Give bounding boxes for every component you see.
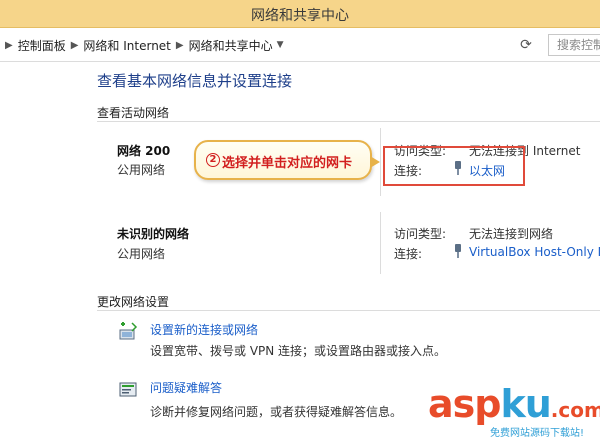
window-title: 网络和共享中心 [251,8,349,24]
chevron-right-icon[interactable]: ▶ [5,40,13,51]
network-name: 未识别的网络 [117,227,190,241]
chevron-right-icon[interactable]: ▶ [176,40,184,51]
troubleshoot-problems-link[interactable]: 问题疑难解答 [150,379,222,396]
new-connection-icon[interactable] [118,321,138,341]
access-type-value: 无法连接到网络 [469,227,554,241]
breadcrumb-network-internet[interactable]: 网络和 Internet [83,37,170,54]
setup-new-connection-link[interactable]: 设置新的连接或网络 [150,321,258,338]
virtualbox-connection-link[interactable]: VirtualBox Host-Only N [469,245,600,259]
change-settings-heading: 更改网络设置 [97,295,170,309]
connection-label: 连接: [394,247,423,261]
breadcrumb-control-panel[interactable]: 控制面板 [18,37,66,54]
step-number: 2 [206,153,220,167]
search-input[interactable]: 搜索控制 [548,34,600,56]
task-description: 设置宽带、拨号或 VPN 连接；或设置路由器或接入点。 [150,344,447,358]
network-profile: 公用网络 [117,247,166,261]
column-divider [380,212,381,274]
callout-text: 选择并单击对应的网卡 [222,156,353,171]
network-name: 网络 200 [117,144,171,158]
chevron-down-icon[interactable]: ▼ [277,40,284,50]
network-profile: 公用网络 [117,163,166,177]
column-divider [380,128,381,196]
watermark-text-asp: asp [428,382,501,426]
section-divider [97,121,600,122]
watermark-text-ku: ku [500,382,551,426]
refresh-icon[interactable]: ⟳ [516,35,536,55]
breadcrumb-network-sharing-center[interactable]: 网络和共享中心 [189,37,273,54]
breadcrumb: ▶ 控制面板 ▶ 网络和 Internet ▶ 网络和共享中心 ▼ [0,36,284,54]
chevron-right-icon[interactable]: ▶ [71,40,79,51]
watermark-text-com: .com [550,398,600,422]
active-networks-heading: 查看活动网络 [97,106,170,120]
title-bar: 网络和共享中心 [0,0,600,28]
section-divider [97,310,600,311]
ethernet-icon[interactable] [454,244,462,258]
task-description: 诊断并修复网络问题，或者获得疑难解答信息。 [150,405,403,419]
annotation-callout: 2 选择并单击对应的网卡 [194,140,380,180]
highlight-box [383,146,525,186]
address-bar: ▶ 控制面板 ▶ 网络和 Internet ▶ 网络和共享中心 ▼ ⟳ 搜索控制 [0,28,600,62]
troubleshoot-icon[interactable] [118,380,138,400]
watermark-subtitle: 免费网站源码下载站! [490,428,585,439]
access-type-label: 访问类型: [394,227,447,241]
page-title: 查看基本网络信息并设置连接 [97,72,293,90]
